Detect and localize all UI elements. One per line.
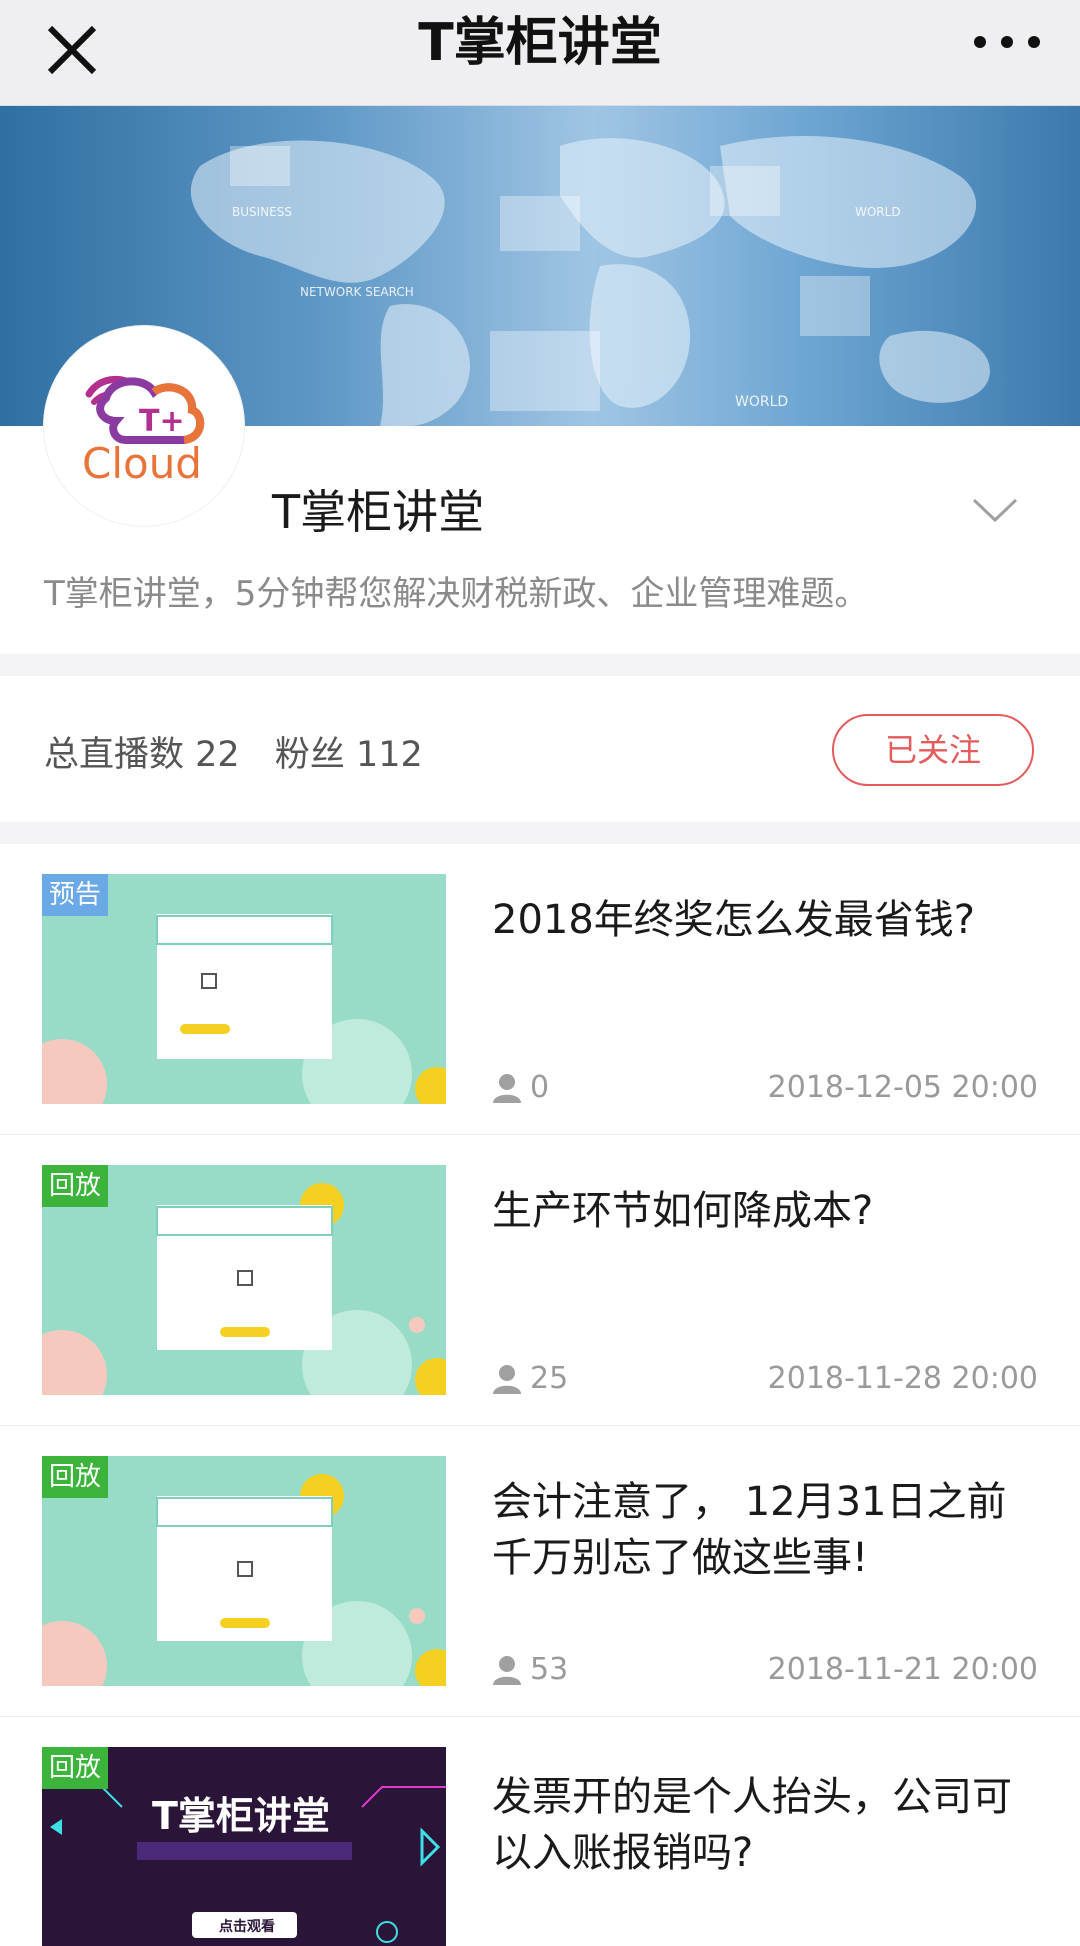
thumbnail: T掌柜讲堂 点击观看 回放 xyxy=(42,1747,446,1946)
view-count: 25 xyxy=(492,1361,568,1396)
user-icon xyxy=(493,1073,521,1103)
view-count: 53 xyxy=(492,1652,568,1687)
thumb-button: 点击观看 xyxy=(219,1918,275,1935)
item-date: 2018-12-05 20:00 xyxy=(767,1070,1038,1105)
item-title: 生产环节如何降成本? xyxy=(492,1188,874,1234)
banner-label-world-1: WORLD xyxy=(855,205,901,219)
item-title: 会计注意了， 12月31日之前千万别忘了做这些事! xyxy=(492,1479,1007,1581)
list-item[interactable]: 预告 2018年终奖怎么发最省钱? 0 2018-12-05 20:00 xyxy=(0,844,1080,1135)
account-description: T掌柜讲堂，5分钟帮您解决财税新政、企业管理难题。 xyxy=(44,574,869,614)
thumbnail: 回放 xyxy=(42,1456,446,1686)
more-dots-icon[interactable] xyxy=(972,22,1042,62)
user-icon xyxy=(493,1364,521,1394)
account-name: T掌柜讲堂 xyxy=(272,485,485,539)
avatar: T+ Cloud xyxy=(44,326,244,526)
item-title: 发票开的是个人抬头，公司可以入账报销吗? xyxy=(492,1774,1012,1876)
status-badge: 回放 xyxy=(42,1747,109,1789)
list-item[interactable]: 回放 会计注意了， 12月31日之前千万别忘了做这些事! 53 2018-11-… xyxy=(0,1426,1080,1717)
item-date: 2018-11-28 20:00 xyxy=(767,1361,1038,1396)
banner-label-business: BUSINESS xyxy=(232,205,292,219)
banner-label-network: NETWORK SEARCH xyxy=(300,285,414,299)
banner-label-world-2: WORLD xyxy=(735,394,788,410)
broadcast-count: 总直播数 22 xyxy=(44,735,240,775)
chevron-down-icon[interactable] xyxy=(970,490,1020,530)
thumbnail: 预告 xyxy=(42,874,446,1104)
logo-text: Cloud xyxy=(82,439,202,488)
view-count-value: 25 xyxy=(530,1361,569,1396)
fans-count: 粉丝 112 xyxy=(274,735,423,775)
follow-button[interactable]: 已关注 xyxy=(832,714,1034,786)
view-count-value: 0 xyxy=(530,1070,550,1105)
list-item[interactable]: 回放 生产环节如何降成本? 25 2018-11-28 20:00 xyxy=(0,1135,1080,1426)
view-count: 0 xyxy=(492,1070,549,1105)
status-badge: 回放 xyxy=(42,1456,109,1498)
top-bar: T掌柜讲堂 xyxy=(0,0,1080,106)
stats-row: 总直播数 22 粉丝 112 xyxy=(44,726,447,777)
item-date: 2018-11-21 20:00 xyxy=(767,1652,1038,1687)
section-divider xyxy=(0,654,1080,676)
view-count-value: 53 xyxy=(530,1652,569,1687)
close-icon[interactable] xyxy=(42,20,102,80)
user-icon xyxy=(493,1655,521,1685)
status-badge: 回放 xyxy=(42,1165,109,1207)
list-item[interactable]: T掌柜讲堂 点击观看 回放 发票开的是个人抬头，公司可以入账报销吗? xyxy=(0,1717,1080,1946)
page-title: T掌柜讲堂 xyxy=(418,13,662,73)
status-badge: 预告 xyxy=(42,874,109,916)
thumb-brand: T掌柜讲堂 xyxy=(152,1794,330,1838)
item-title: 2018年终奖怎么发最省钱? xyxy=(492,897,976,943)
cloud-logo-icon: T+ Cloud xyxy=(82,375,205,488)
section-divider xyxy=(0,822,1080,844)
logo-mark: T+ xyxy=(139,404,185,439)
thumbnail: 回放 xyxy=(42,1165,446,1395)
